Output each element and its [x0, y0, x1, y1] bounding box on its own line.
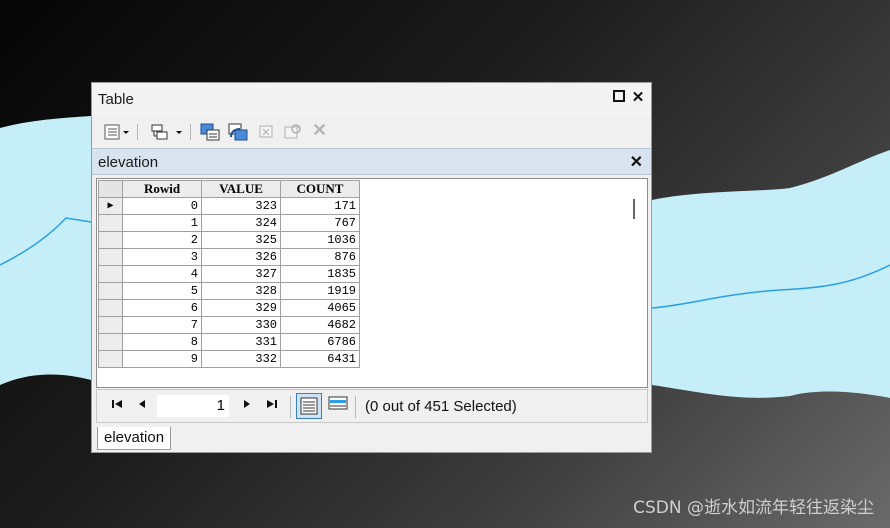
row-selector[interactable] [98, 214, 123, 232]
table-cell[interactable]: 325 [201, 231, 281, 249]
last-record-icon[interactable] [266, 398, 278, 413]
table-row[interactable]: 4 327 1835 [98, 265, 360, 283]
table-cell[interactable]: 332 [201, 350, 281, 368]
table-cell[interactable]: 323 [201, 197, 281, 215]
maximize-icon[interactable] [611, 90, 627, 106]
table-cell[interactable]: 328 [201, 282, 281, 300]
row-selector[interactable] [98, 282, 123, 300]
select-by-attributes-icon[interactable] [200, 123, 222, 141]
column-header[interactable]: VALUE [201, 180, 281, 198]
switch-selection-icon[interactable] [228, 123, 250, 141]
table-cell[interactable]: 4682 [280, 316, 360, 334]
selection-count-text: (0 out of 451 Selected) [365, 398, 517, 415]
table-cell[interactable]: 6 [122, 299, 202, 317]
table-cell[interactable]: 331 [201, 333, 281, 351]
row-selector[interactable] [98, 350, 123, 368]
river-band-right [652, 150, 890, 398]
record-navigation-bar: 1 (0 out of 451 Selected) [96, 389, 648, 423]
close-icon[interactable]: ✕ [630, 90, 646, 106]
table-cell[interactable]: 8 [122, 333, 202, 351]
previous-record-icon[interactable] [137, 398, 147, 413]
attribute-table: Rowid VALUE COUNT ▶ 0 323 171 1 324 767 [98, 180, 360, 368]
table-cell[interactable]: 9 [122, 350, 202, 368]
row-selector[interactable] [98, 333, 123, 351]
vertical-scrollbar[interactable] [633, 199, 635, 219]
table-tab-header[interactable]: elevation ✕ [92, 148, 651, 175]
show-all-records-icon[interactable] [296, 393, 322, 422]
table-cell[interactable]: 7 [122, 316, 202, 334]
table-cell[interactable]: 326 [201, 248, 281, 266]
table-row[interactable]: 7 330 4682 [98, 316, 360, 334]
window-titlebar[interactable]: Table ✕ [92, 83, 651, 116]
table-cell[interactable]: 6786 [280, 333, 360, 351]
river-band-left [0, 116, 91, 385]
table-cell[interactable]: 4065 [280, 299, 360, 317]
row-selector-header[interactable] [98, 180, 123, 198]
related-tables-icon[interactable] [151, 123, 185, 141]
attribute-grid[interactable]: Rowid VALUE COUNT ▶ 0 323 171 1 324 767 [96, 178, 648, 388]
table-cell[interactable]: 1919 [280, 282, 360, 300]
table-row[interactable]: 5 328 1919 [98, 282, 360, 300]
table-cell[interactable]: 171 [280, 197, 360, 215]
row-selector[interactable] [98, 316, 123, 334]
table-cell[interactable]: 1036 [280, 231, 360, 249]
window-title: Table [98, 91, 134, 108]
table-cell[interactable]: 3 [122, 248, 202, 266]
current-record-input[interactable]: 1 [157, 395, 229, 417]
nav-separator [290, 396, 291, 418]
table-cell[interactable]: 4 [122, 265, 202, 283]
table-tab-title: elevation [98, 154, 159, 171]
close-table-icon[interactable]: ✕ [630, 152, 643, 172]
show-selected-records-icon[interactable] [328, 396, 348, 415]
table-row[interactable]: 2 325 1036 [98, 231, 360, 249]
table-row[interactable]: 3 326 876 [98, 248, 360, 266]
row-selector[interactable] [98, 231, 123, 249]
table-cell[interactable]: 324 [201, 214, 281, 232]
table-cell[interactable]: 2 [122, 231, 202, 249]
row-selector[interactable] [98, 248, 123, 266]
nav-separator [355, 396, 356, 418]
table-cell[interactable]: 1 [122, 214, 202, 232]
table-options-icon[interactable] [104, 123, 132, 141]
row-selector[interactable] [98, 299, 123, 317]
tab-elevation[interactable]: elevation [97, 427, 172, 450]
table-cell[interactable]: 767 [280, 214, 360, 232]
table-row[interactable]: 6 329 4065 [98, 299, 360, 317]
table-row[interactable]: 1 324 767 [98, 214, 360, 232]
table-toolbar: ✕ [92, 116, 651, 148]
header-row: Rowid VALUE COUNT [98, 180, 360, 198]
toolbar-separator [190, 124, 191, 140]
table-cell[interactable]: 330 [201, 316, 281, 334]
table-row[interactable]: 8 331 6786 [98, 333, 360, 351]
table-cell[interactable]: 6431 [280, 350, 360, 368]
current-row-arrow-icon[interactable]: ▶ [98, 197, 123, 215]
table-cell[interactable]: 5 [122, 282, 202, 300]
clear-selection-icon[interactable] [258, 123, 276, 141]
column-header[interactable]: Rowid [122, 180, 202, 198]
toolbar-separator [137, 124, 138, 140]
column-header[interactable]: COUNT [280, 180, 360, 198]
zoom-to-selected-icon[interactable] [283, 123, 303, 141]
table-cell[interactable]: 876 [280, 248, 360, 266]
delete-selected-icon[interactable]: ✕ [312, 120, 327, 140]
table-window: Table ✕ ✕ elevation ✕ Rowid VALUE COUNT … [91, 82, 652, 453]
table-cell[interactable]: 1835 [280, 265, 360, 283]
table-row[interactable]: 9 332 6431 [98, 350, 360, 368]
table-cell[interactable]: 329 [201, 299, 281, 317]
table-row[interactable]: ▶ 0 323 171 [98, 197, 360, 215]
table-cell[interactable]: 0 [122, 197, 202, 215]
row-selector[interactable] [98, 265, 123, 283]
watermark: CSDN @逝水如流年轻往返染尘 [633, 498, 874, 518]
table-cell[interactable]: 327 [201, 265, 281, 283]
first-record-icon[interactable] [111, 398, 123, 413]
next-record-icon[interactable] [242, 398, 252, 413]
